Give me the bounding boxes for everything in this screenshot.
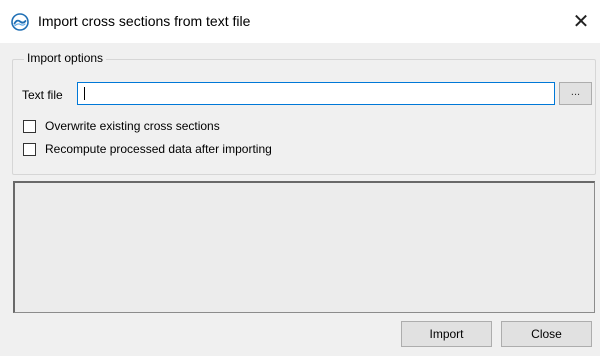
text-caret [84,87,85,100]
overwrite-checkbox-row[interactable]: Overwrite existing cross sections [23,118,220,134]
recompute-checkbox-row[interactable]: Recompute processed data after importing [23,141,272,157]
text-file-label: Text file [22,88,63,102]
title-bar: Import cross sections from text file ✕ [0,0,600,43]
overwrite-checkbox-label[interactable]: Overwrite existing cross sections [45,119,220,133]
app-wave-icon [11,13,29,31]
dialog-body: Import options Text file ... Overwrite e… [0,43,600,356]
import-button[interactable]: Import [401,321,492,347]
browse-button[interactable]: ... [559,82,592,105]
recompute-checkbox-label[interactable]: Recompute processed data after importing [45,142,272,156]
recompute-checkbox[interactable] [23,142,36,156]
window-title: Import cross sections from text file [38,13,251,29]
overwrite-checkbox[interactable] [23,119,36,133]
close-button[interactable]: Close [501,321,592,347]
dialog-window: Import cross sections from text file ✕ I… [0,0,600,356]
import-options-legend: Import options [24,51,107,65]
text-file-input[interactable] [77,82,555,105]
close-icon[interactable]: ✕ [566,8,596,36]
import-options-group [12,59,596,175]
output-log-panel[interactable] [13,181,595,313]
